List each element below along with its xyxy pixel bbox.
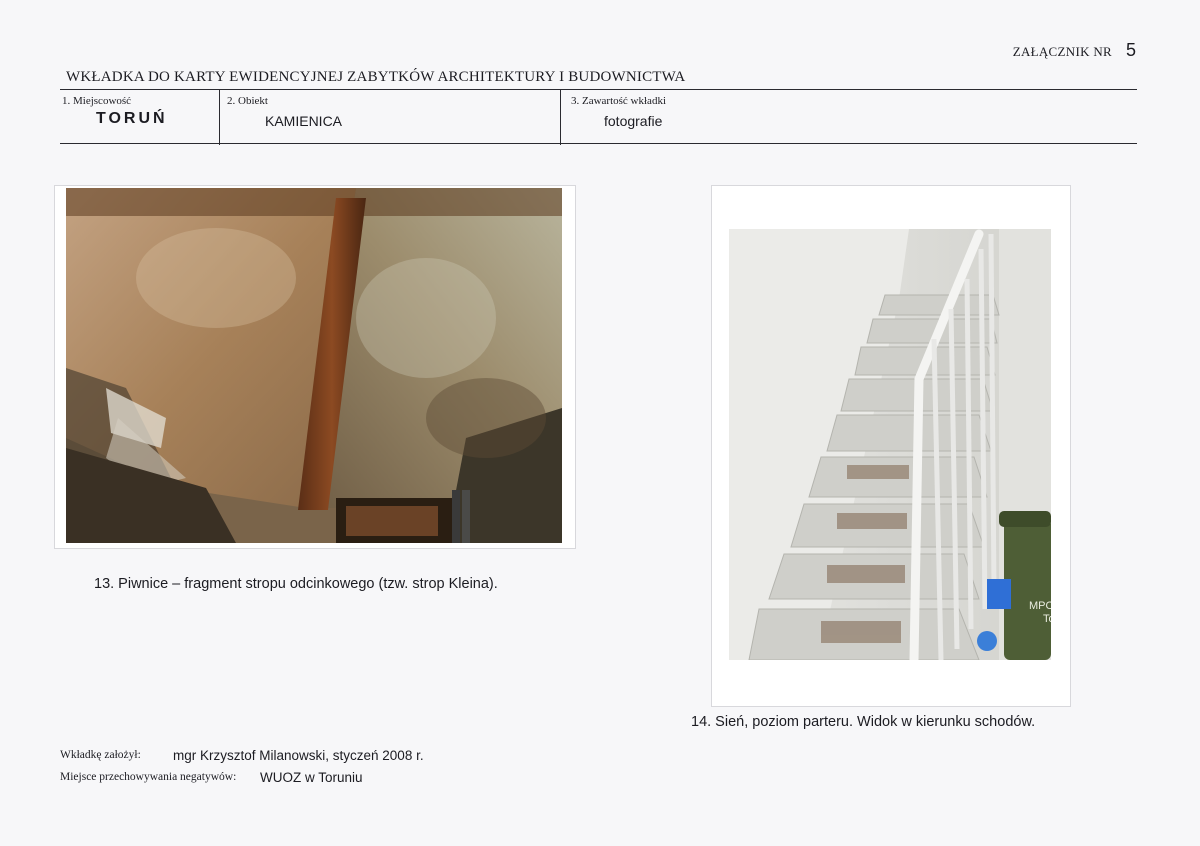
photo-13-basement-ceiling xyxy=(66,188,562,543)
bin-label-to: To xyxy=(1043,613,1051,625)
photo-14-caption: 14. Sień, poziom parteru. Widok w kierun… xyxy=(691,714,1036,730)
photo-14-staircase: MPO To xyxy=(729,229,1051,660)
field-label-locality: 1. Miejscowość xyxy=(62,95,132,107)
storage-label: Miejsce przechowywania negatywów: xyxy=(60,771,237,783)
author-label: Wkładkę założył: xyxy=(60,749,141,761)
field-value-locality: TORUŃ xyxy=(96,110,168,127)
field-value-contents: fotografie xyxy=(604,113,663,129)
field-divider xyxy=(560,90,561,145)
document-title: WKŁADKA DO KARTY EWIDENCYJNEJ ZABYTKÓW A… xyxy=(66,69,686,85)
annex-label: ZAŁĄCZNIK NR xyxy=(1012,44,1112,59)
annex-number: 5 xyxy=(1125,40,1136,60)
field-divider xyxy=(219,90,220,145)
photo-13-caption: 13. Piwnice – fragment stropu odcinkoweg… xyxy=(94,576,498,592)
storage-value: WUOZ w Toruniu xyxy=(260,770,363,785)
field-label-contents: 3. Zawartość wkładki xyxy=(571,95,666,107)
header-bottom-rule xyxy=(60,143,1137,144)
bin-label-mpo: MPO xyxy=(1029,600,1051,612)
author-value: mgr Krzysztof Milanowski, styczeń 2008 r… xyxy=(173,748,424,763)
field-label-object: 2. Obiekt xyxy=(227,95,268,107)
header-top-rule xyxy=(60,89,1137,90)
field-value-object: KAMIENICA xyxy=(265,113,343,129)
